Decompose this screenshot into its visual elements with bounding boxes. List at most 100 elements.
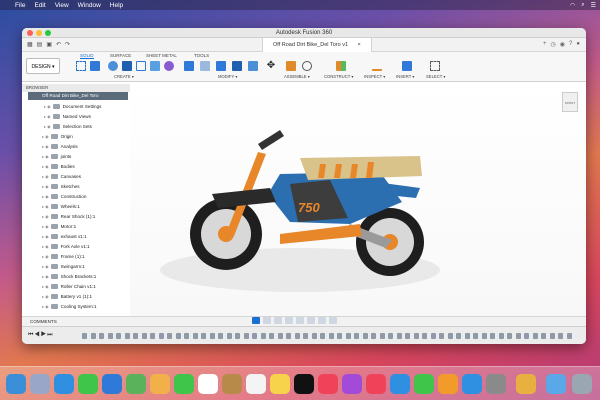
apple-tv-icon[interactable]: [294, 374, 314, 394]
job-status-icon[interactable]: ◷: [551, 41, 556, 48]
timeline-step-icon[interactable]: [243, 333, 249, 339]
tab-tools[interactable]: TOOLS: [194, 53, 209, 58]
fillet-icon[interactable]: [200, 61, 210, 71]
timeline-step-icon[interactable]: [116, 333, 121, 339]
zoom-icon[interactable]: [285, 317, 293, 324]
app-store-icon[interactable]: [462, 374, 482, 394]
tab-sheet-metal[interactable]: SHEET METAL: [146, 53, 177, 58]
timeline-step-icon[interactable]: [413, 333, 419, 339]
visibility-eye-icon[interactable]: ▸ ◉: [42, 254, 49, 259]
visibility-eye-icon[interactable]: ▸ ◉: [42, 204, 49, 209]
offset-plane-icon[interactable]: [336, 61, 346, 71]
timeline-step-icon[interactable]: [99, 333, 104, 339]
visibility-eye-icon[interactable]: ▸ ◉: [42, 194, 49, 199]
reminders-icon[interactable]: [246, 374, 266, 394]
timeline-step-icon[interactable]: [430, 333, 436, 339]
timeline-step-icon[interactable]: [354, 333, 359, 339]
timeline-step-icon[interactable]: [167, 333, 172, 339]
box-icon[interactable]: [122, 61, 132, 71]
timeline-step-icon[interactable]: [311, 333, 317, 339]
music-icon[interactable]: [318, 374, 338, 394]
browser-item[interactable]: ▸ ◉ Swingarm:1: [42, 262, 85, 270]
visibility-eye-icon[interactable]: ▸ ◉: [42, 154, 49, 159]
timeline-step-icon[interactable]: [379, 333, 385, 339]
grid-settings-icon[interactable]: [318, 317, 326, 324]
timeline-step-icon[interactable]: [388, 333, 393, 339]
browser-item[interactable]: ▸ ◉ Canvases: [42, 172, 81, 180]
timeline-step-icon[interactable]: [252, 333, 257, 339]
browser-item[interactable]: ▸ ◉ Selection Sets: [44, 122, 92, 130]
timeline-step-icon[interactable]: [473, 333, 478, 339]
notes-icon[interactable]: [270, 374, 290, 394]
menu-edit[interactable]: Edit: [34, 2, 45, 9]
press-pull-icon[interactable]: [184, 61, 194, 71]
launchpad-icon[interactable]: [30, 374, 50, 394]
inspect-menu[interactable]: INSPECT ▾: [364, 74, 385, 79]
timeline-step-icon[interactable]: [175, 333, 181, 339]
visibility-eye-icon[interactable]: ▸ ◉: [42, 224, 49, 229]
timeline-step-icon[interactable]: [515, 333, 521, 339]
timeline-step-icon[interactable]: [141, 333, 147, 339]
playback-controls[interactable]: ⏮◀▶⏭: [28, 332, 54, 339]
timeline-step-icon[interactable]: [337, 333, 342, 339]
news-icon[interactable]: [366, 374, 386, 394]
sweep-icon[interactable]: [150, 61, 160, 71]
visibility-eye-icon[interactable]: ▸ ◉: [42, 304, 49, 309]
timeline-step-icon[interactable]: [260, 333, 266, 339]
calendar-icon[interactable]: [198, 374, 218, 394]
visibility-eye-icon[interactable]: ▸ ◉: [44, 104, 51, 109]
timeline-step-icon[interactable]: [524, 333, 529, 339]
revolve-icon[interactable]: [108, 61, 118, 71]
timeline-step-icon[interactable]: [294, 333, 300, 339]
create-menu[interactable]: CREATE ▾: [114, 74, 134, 79]
tab-surface[interactable]: SURFACE: [110, 53, 131, 58]
browser-item[interactable]: ▸ ◉ Rear Shock (1):1: [42, 212, 95, 220]
chamfer-icon[interactable]: [216, 61, 226, 71]
timeline-step-icon[interactable]: [362, 333, 368, 339]
timeline-step-icon[interactable]: [192, 333, 198, 339]
timeline-step-icon[interactable]: [396, 333, 402, 339]
assemble-menu[interactable]: ASSEMBLE ▾: [284, 74, 310, 79]
browser-item[interactable]: ▸ ◉ Frame (1):1: [42, 252, 85, 260]
timeline-step-icon[interactable]: [371, 333, 376, 339]
file-icon[interactable]: ▤: [37, 41, 43, 48]
form-icon[interactable]: [164, 61, 174, 71]
contacts-icon[interactable]: [222, 374, 242, 394]
pattern-icon[interactable]: [136, 61, 146, 71]
maps-icon[interactable]: [126, 374, 146, 394]
timeline-step-icon[interactable]: [498, 333, 504, 339]
visibility-eye-icon[interactable]: ▸ ◉: [42, 264, 49, 269]
joint-icon[interactable]: [302, 61, 312, 71]
close-tab-icon[interactable]: ×: [358, 42, 361, 48]
browser-root-item[interactable]: Off Road Dirt Bike_Del Toro: [28, 92, 128, 100]
timeline-step-icon[interactable]: [464, 333, 470, 339]
modify-menu[interactable]: MODIFY ▾: [218, 74, 237, 79]
browser-header[interactable]: BROWSER: [22, 84, 130, 92]
undo-icon[interactable]: ↶: [56, 41, 61, 48]
browser-item[interactable]: ▸ ◉ Roller Chain v1:1: [42, 282, 96, 290]
pan-icon[interactable]: [274, 317, 282, 324]
timeline-step-icon[interactable]: [566, 333, 572, 339]
design-canvas[interactable]: FRONT 750: [130, 84, 586, 316]
measure-icon[interactable]: [372, 61, 382, 71]
control-center-icon[interactable]: ☰: [591, 2, 596, 9]
browser-item[interactable]: ▸ ◉ Bodies: [42, 162, 75, 170]
timeline-step-icon[interactable]: [124, 333, 130, 339]
fit-icon[interactable]: [296, 317, 304, 324]
timeline-step-icon[interactable]: [345, 333, 351, 339]
fusion-360-icon[interactable]: [516, 374, 536, 394]
orbit-icon[interactable]: [252, 317, 260, 324]
timeline-step-icon[interactable]: [447, 333, 453, 339]
timeline-step-icon[interactable]: [184, 333, 189, 339]
podcasts-icon[interactable]: [342, 374, 362, 394]
visibility-eye-icon[interactable]: ▸ ◉: [42, 184, 49, 189]
timeline-step-icon[interactable]: [558, 333, 563, 339]
visibility-eye-icon[interactable]: ▸ ◉: [42, 234, 49, 239]
construct-menu[interactable]: CONSTRUCT ▾: [324, 74, 353, 79]
visibility-eye-icon[interactable]: ▸ ◉: [42, 144, 49, 149]
timeline-step-icon[interactable]: [133, 333, 138, 339]
look-at-icon[interactable]: [263, 317, 271, 324]
visibility-eye-icon[interactable]: ▸ ◉: [42, 294, 49, 299]
create-sketch-icon[interactable]: [76, 61, 86, 71]
select-menu[interactable]: SELECT ▾: [426, 74, 445, 79]
